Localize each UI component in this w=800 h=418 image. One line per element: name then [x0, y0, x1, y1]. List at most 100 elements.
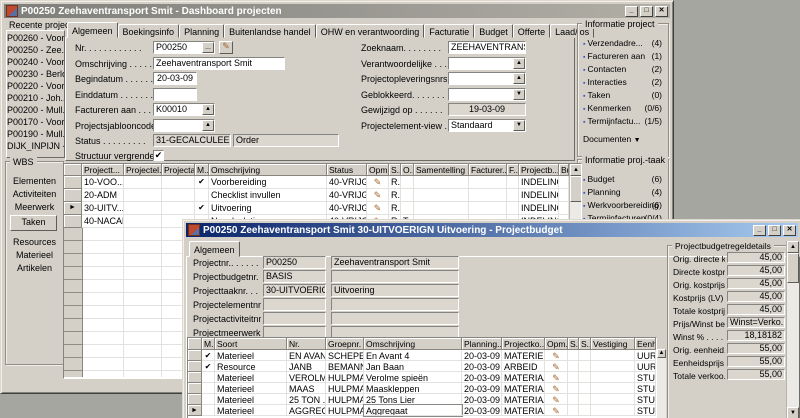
sidebar-item-recent-project[interactable]: P00170 - Voor...: [7, 117, 64, 127]
column-header[interactable]: Eenh: [635, 338, 656, 350]
edit-pencil-button[interactable]: ✎: [219, 41, 233, 54]
info-link-taken[interactable]: ▪Taken(0): [583, 90, 664, 102]
tab-budget[interactable]: Budget: [474, 24, 513, 38]
column-header[interactable]: Status: [327, 164, 367, 176]
column-header[interactable]: Vestiging: [591, 338, 635, 350]
sidebar-item-recent-project[interactable]: P00190 - Mull...: [7, 129, 64, 139]
record-selector[interactable]: ►: [188, 405, 202, 416]
column-header[interactable]: Projectb...: [519, 164, 559, 176]
sidebar-item-recent-project[interactable]: P00260 - Voor...: [7, 33, 64, 43]
column-header[interactable]: Projectac...: [162, 164, 195, 176]
info-link-interacties[interactable]: ▪Interacties(2): [583, 77, 664, 89]
scroll-up-icon[interactable]: ▲: [570, 164, 582, 176]
column-header[interactable]: Nr.: [287, 338, 326, 350]
column-header[interactable]: Bu: [559, 164, 569, 176]
structuur-vergrendeld-checkbox[interactable]: ✔: [153, 150, 164, 161]
dashboard-titlebar[interactable]: P00250 Zeehaventransport Smit - Dashboar…: [4, 4, 670, 18]
sidebar-item-recent-project[interactable]: P00230 - Berlo 2: [7, 69, 64, 79]
record-selector[interactable]: [64, 189, 82, 202]
tab-facturatie[interactable]: Facturatie: [424, 24, 474, 38]
sidebar-item-recent-project[interactable]: P00240 - Voor...: [7, 57, 64, 67]
sidebar-item-recent-project[interactable]: P00250 - Zee...: [7, 45, 64, 55]
column-header[interactable]: Omschrijving: [209, 164, 327, 176]
scrollbar-thumb[interactable]: [787, 253, 799, 283]
tab-boekingsinfo[interactable]: Boekingsinfo: [118, 24, 180, 38]
minimize-button-icon[interactable]: _: [753, 225, 766, 236]
sidebar-item-artikelen[interactable]: Artikelen: [6, 263, 63, 273]
table-row[interactable]: ✔ Resource JANB BEMANNI... Jan Baan 20-0…: [188, 361, 656, 372]
table-row[interactable]: Materieel MAAS HULPMA... Maaskleppen 20-…: [188, 383, 656, 394]
table-scroll-up-icon[interactable]: ▲: [657, 349, 666, 358]
projectsjablooncode-field[interactable]: ▲: [153, 119, 215, 132]
info-link-planning[interactable]: ▪Planning(4): [583, 187, 664, 199]
column-header[interactable]: O..: [401, 164, 414, 176]
tab-buitenlandse-handel[interactable]: Buitenlandse handel: [224, 24, 316, 38]
scrollbar-thumb[interactable]: [570, 176, 582, 202]
record-selector[interactable]: [64, 176, 82, 189]
sidebar-item-resources[interactable]: Resources: [6, 237, 63, 247]
column-header[interactable]: Projectt...: [82, 164, 124, 176]
sidebar-item-materieel[interactable]: Materieel: [6, 250, 63, 260]
column-header[interactable]: Planning...: [462, 338, 502, 350]
table-row[interactable]: 10-VOO... ✔ Voorbereiding 40-VRIJG... ✎ …: [64, 176, 581, 189]
maximize-button-icon[interactable]: □: [768, 225, 781, 236]
vertical-scrollbar[interactable]: ▲ ▼: [786, 241, 799, 418]
sidebar-item-recent-project[interactable]: P00200 - Mull...: [7, 105, 64, 115]
info-link-verzendadressen[interactable]: ▪Verzendadre...(4): [583, 38, 664, 50]
table-row[interactable]: Materieel 25 TON ... HULPMA... 25 Tons L…: [188, 394, 656, 405]
sidebar-item-elementen[interactable]: Elementen: [6, 176, 63, 186]
inline-edit-cell[interactable]: Aggregaat: [364, 405, 462, 416]
tab-ohw-en-verantwoording[interactable]: OHW en verantwoording: [316, 24, 425, 38]
record-selector[interactable]: [188, 394, 202, 405]
sidebar-item-meerwerk[interactable]: Meerwerk: [6, 202, 63, 212]
sidebar-item-recent-project[interactable]: P00210 - Joh...: [7, 93, 64, 103]
einddatum-field[interactable]: [153, 88, 197, 101]
record-selector[interactable]: [64, 215, 82, 228]
begindatum-field[interactable]: 20-03-09: [153, 72, 197, 85]
info-link-budget[interactable]: ▪Budget(6): [583, 174, 664, 186]
record-selector[interactable]: [188, 361, 202, 372]
spin-button-icon[interactable]: ▲: [513, 58, 525, 69]
tab-offerte[interactable]: Offerte: [513, 24, 550, 38]
table-row[interactable]: Materieel VEROLME HULPMA... Verolme spie…: [188, 372, 656, 383]
table-row[interactable]: 20-ADM Checklist invullen 40-VRIJG... ✎ …: [64, 189, 581, 202]
nr-field[interactable]: P00250 ...: [153, 41, 215, 54]
tab-algemeen[interactable]: Algemeen: [67, 22, 118, 38]
table-row-selected[interactable]: ► 30-UITV... ✔ Uitvoering 40-VRIJG... ✎ …: [64, 202, 581, 215]
factureren-aan-field[interactable]: K00010 ▲: [153, 103, 215, 116]
spin-button-icon[interactable]: ▲: [202, 120, 214, 131]
column-header[interactable]: Omschrijving: [364, 338, 462, 350]
table-row-selected[interactable]: ► Materieel AGGREG... HULPMA... Aggregaa…: [188, 405, 656, 416]
record-selector[interactable]: ►: [64, 202, 82, 215]
info-link-termijnfacturen[interactable]: ▪Termijnfactu...(1/5): [583, 116, 664, 128]
geblokkeerd-dropdown[interactable]: ▼: [448, 88, 526, 101]
column-header[interactable]: Opm...: [367, 164, 389, 176]
table-scrollbar-track[interactable]: [657, 358, 666, 418]
column-header[interactable]: Facturer...: [469, 164, 507, 176]
column-header[interactable]: Opm...: [545, 338, 568, 350]
info-link-kenmerken[interactable]: ▪Kenmerken(0/6): [583, 103, 664, 115]
close-button-icon[interactable]: ✕: [655, 6, 668, 17]
info-link-factureren-aan[interactable]: ▪Factureren aan(1): [583, 51, 664, 63]
documenten-toggle[interactable]: Documenten ▼: [583, 134, 664, 146]
column-header[interactable]: F...: [507, 164, 519, 176]
column-header[interactable]: Projectel...: [124, 164, 162, 176]
record-selector[interactable]: [188, 372, 202, 383]
maximize-button-icon[interactable]: □: [640, 6, 653, 17]
column-header[interactable]: Projectko...: [502, 338, 545, 350]
record-selector[interactable]: [188, 350, 202, 361]
table-row[interactable]: ✔ Materieel EN AVAN... SCHEPEN En Avant …: [188, 350, 656, 361]
scroll-up-icon[interactable]: ▲: [787, 241, 799, 253]
projectelement-view-dropdown[interactable]: Standaard ▼: [448, 119, 526, 132]
sidebar-item-recent-project[interactable]: DIJK_INPIJN -: [7, 141, 64, 151]
minimize-button-icon[interactable]: _: [625, 6, 638, 17]
projectbudget-titlebar[interactable]: P00250 Zeehaventransport Smit 30-UITVOER…: [186, 223, 798, 237]
sidebar-item-recent-project[interactable]: P00220 - Voor...: [7, 81, 64, 91]
column-header[interactable]: S..: [568, 338, 579, 350]
record-selector[interactable]: [188, 383, 202, 394]
scroll-down-icon[interactable]: ▼: [787, 407, 799, 418]
spin-button-icon[interactable]: ▲: [202, 104, 214, 115]
column-header[interactable]: M...: [195, 164, 209, 176]
browse-button[interactable]: ...: [202, 42, 214, 53]
zoeknaam-field[interactable]: ZEEHAVENTRANS...: [448, 41, 526, 54]
